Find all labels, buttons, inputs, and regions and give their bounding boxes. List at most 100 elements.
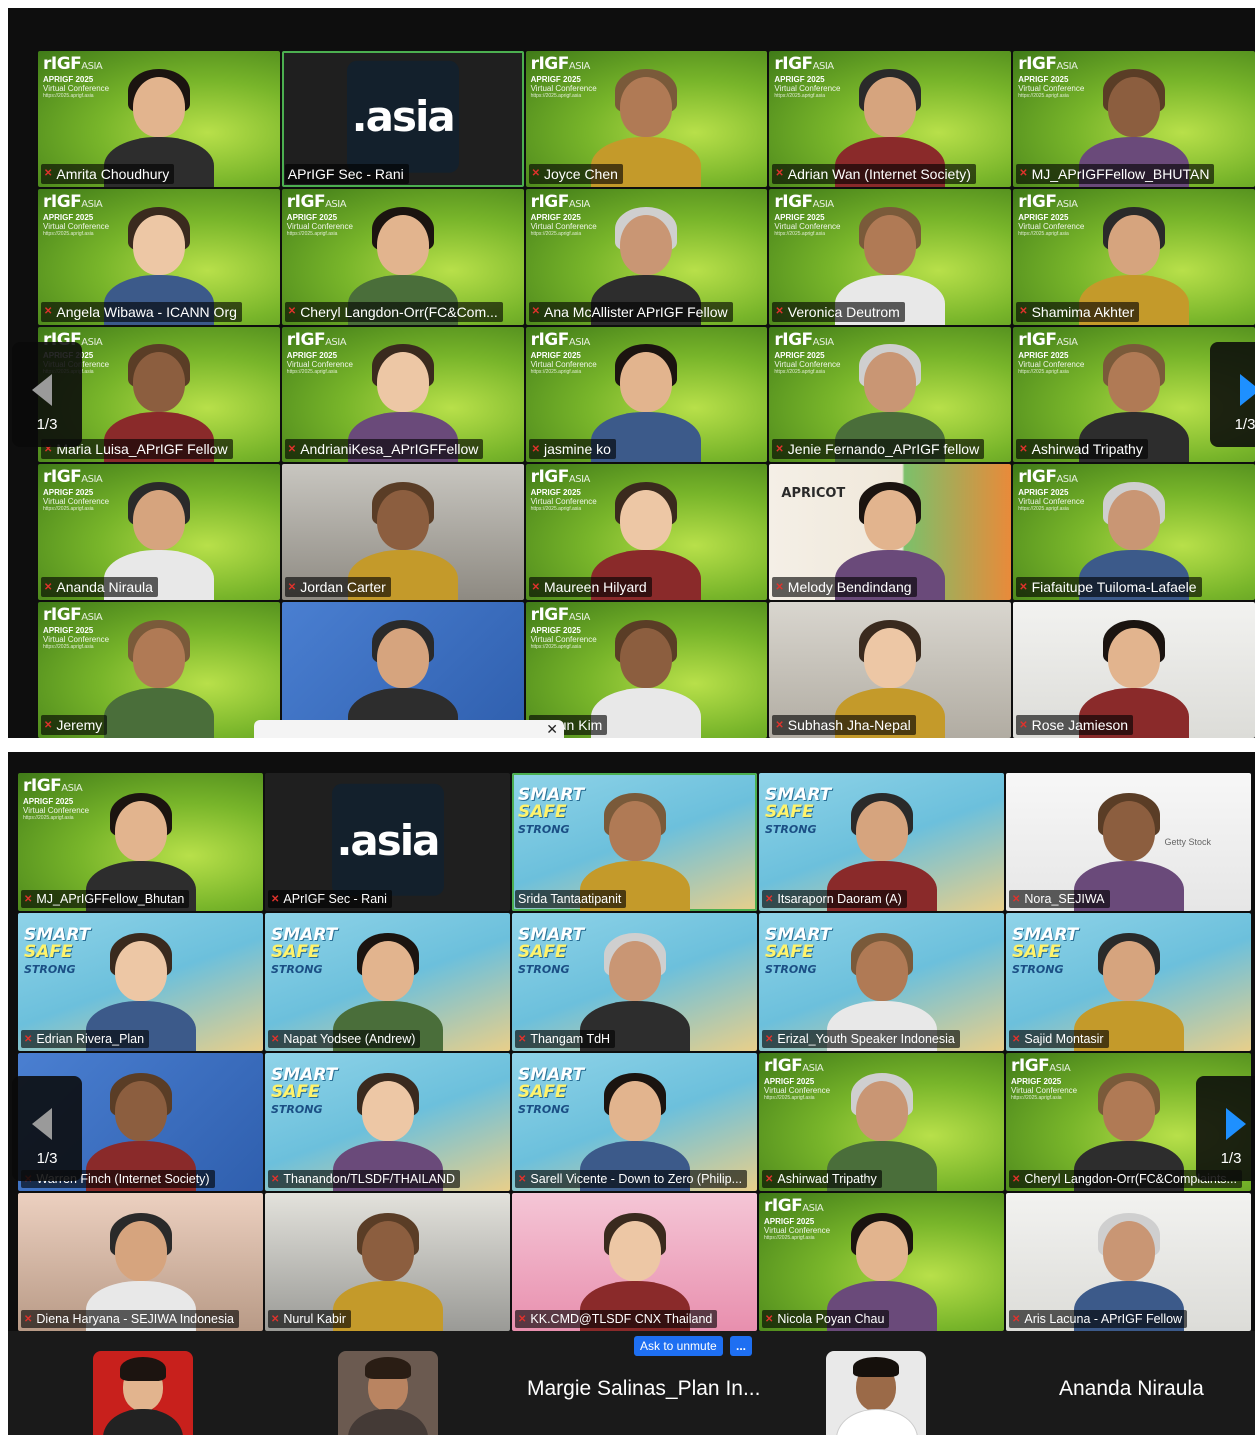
participant-tile[interactable] <box>281 602 524 738</box>
participant-tile[interactable]: ✕ Diena Haryana - SEJIWA Indonesia <box>18 1193 263 1331</box>
participant-tile[interactable]: SMART SAFE STRONG ✕ Napat Yodsee (Andrew) <box>265 913 510 1051</box>
participant-name-label: ✕ Jeremy <box>41 715 108 735</box>
participant-tile[interactable]: rIGFASIAAPRIGF 2025Virtual Conferencehtt… <box>38 51 280 187</box>
more-options-button[interactable]: ... <box>730 1336 753 1356</box>
participant-tile[interactable]: ✕ Jordan Carter <box>281 464 524 601</box>
conference-url: https://2025.aprigf.asia <box>764 1095 815 1101</box>
muted-mic-icon: ✕ <box>518 1173 527 1185</box>
participant-tile[interactable]: rIGFASIAAPRIGF 2025Virtual Conferencehtt… <box>759 1193 1004 1331</box>
chevron-right-icon <box>1226 1108 1246 1140</box>
participant-name-label: ✕ Shamima Akhter <box>1016 301 1140 322</box>
notification-popup: ✕ <box>254 720 564 738</box>
close-icon[interactable]: ✕ <box>546 721 558 738</box>
muted-mic-icon: ✕ <box>765 893 774 905</box>
participant-thumbnail[interactable] <box>826 1351 926 1435</box>
participant-name-label: ✕ Aris Lacuna - APrIGF Fellow <box>1009 1310 1188 1328</box>
participant-tile[interactable]: rIGFASIAAPRIGF 2025Virtual Conferencehtt… <box>38 464 280 601</box>
chevron-left-icon <box>32 374 52 406</box>
participant-tile[interactable]: ✕ Nurul Kabir <box>265 1193 510 1331</box>
next-page-button[interactable]: 1/3 <box>1196 1076 1255 1181</box>
participant-tile[interactable]: ✕ Aris Lacuna - APrIGF Fellow <box>1006 1193 1251 1331</box>
participant-tile[interactable]: rIGFASIAAPRIGF 2025Virtual Conferencehtt… <box>1013 188 1255 325</box>
participant-name: APrIGF Sec - Rani <box>283 892 387 906</box>
participant-name-label: ✕ Maureen Hilyard <box>528 577 652 598</box>
logo-text: rIGF <box>774 54 813 74</box>
participant-name-label: ✕ Ashirwad Tripathy <box>1016 439 1148 460</box>
participant-tile[interactable]: rIGFASIAAPRIGF 2025Virtual Conferencehtt… <box>769 51 1012 187</box>
logo-suffix: ASIA <box>802 1063 824 1074</box>
muted-mic-icon: ✕ <box>518 1033 527 1045</box>
muted-mic-icon: ✕ <box>531 168 540 180</box>
participant-tile[interactable]: .asia APrIGF Sec - Rani <box>281 51 524 187</box>
participant-tile[interactable]: rIGFASIAAPRIGF 2025Virtual Conferencehtt… <box>769 188 1012 325</box>
participant-tile[interactable]: rIGFASIAAPRIGF 2025Virtual Conferencehtt… <box>1013 464 1255 601</box>
participant-thumbnail[interactable] <box>338 1351 438 1435</box>
muted-mic-icon: ✕ <box>1019 168 1028 180</box>
participant-name-label: ✕ Nicola Poyan Chau <box>762 1310 890 1328</box>
participant-tile[interactable]: SMART SAFE STRONG ✕ Sarell Vicente - Down to… <box>512 1053 757 1191</box>
participant-name: Itsaraporn Daoram (A) <box>777 892 902 906</box>
gallery-view-screenshot-2: rIGFASIA APRIGF 2025 Virtual Conference htt… <box>8 752 1255 1435</box>
participant-name: Aris Lacuna - APrIGF Fellow <box>1024 1312 1183 1326</box>
muted-mic-icon: ✕ <box>271 1173 280 1185</box>
participant-tile[interactable]: rIGFASIAAPRIGF 2025Virtual Conferencehtt… <box>769 326 1012 463</box>
participant-name: Nicola Poyan Chau <box>777 1312 885 1326</box>
participant-name: Sajid Montasir <box>1024 1032 1104 1046</box>
participant-name-label: ✕ Ashirwad Tripathy <box>762 1170 882 1188</box>
logo-text: rIGF <box>774 329 813 350</box>
muted-mic-icon: ✕ <box>1012 1313 1021 1325</box>
participant-name: Cheryl Langdon-Orr(FC&Com... <box>300 303 498 320</box>
participant-name: Jenie Fernando_APrIGF fellow <box>787 441 980 458</box>
participant-thumbnail[interactable] <box>93 1351 193 1435</box>
participant-tile[interactable]: rIGFASIAAPRIGF 2025Virtual Conferencehtt… <box>1013 51 1255 187</box>
participant-tile[interactable]: rIGFASIAAPRIGF 2025Virtual Conferencehtt… <box>38 188 280 325</box>
participant-tile[interactable]: SMART SAFE STRONG ✕ Thanandon/TLSDF/THAILAND <box>265 1053 510 1191</box>
participant-tile[interactable]: SMART SAFE STRONG ✕ Edrian Rivera_Plan <box>18 913 263 1051</box>
logo-text: rIGF <box>1011 1056 1050 1076</box>
muted-mic-icon: ✕ <box>765 1033 774 1045</box>
previous-page-button[interactable]: 1/3 <box>12 342 82 447</box>
participant-tile[interactable]: SMART SAFE STRONG Srida Tantaatipanit <box>512 773 757 911</box>
participant-tile[interactable]: rIGFASIAAPRIGF 2025Virtual Conferencehtt… <box>525 602 768 738</box>
participant-name: Diena Haryana - SEJIWA Indonesia <box>36 1312 234 1326</box>
participant-tile[interactable]: rIGFASIAAPRIGF 2025Virtual Conferencehtt… <box>525 464 768 601</box>
conference-subtitle: Virtual Conference <box>23 806 90 815</box>
participant-name: MJ_APrIGFFellow_Bhutan <box>36 892 185 906</box>
logo-text: rIGF <box>43 191 82 212</box>
muted-mic-icon: ✕ <box>531 306 540 318</box>
aprigf-branding: rIGFASIA APRIGF 2025Virtual Conferencehtt… <box>764 1056 830 1101</box>
ask-to-unmute-button[interactable]: Ask to unmute <box>634 1336 723 1356</box>
participant-tile[interactable]: rIGFASIAAPRIGF 2025Virtual Conferencehtt… <box>759 1053 1004 1191</box>
participant-tile[interactable]: APRICOT ✕ Melody Bendindang <box>769 464 1012 601</box>
dotasia-logo: .asia <box>331 783 444 896</box>
aprigf-branding: rIGFASIA APRIGF 2025Virtual Conferencehtt… <box>23 776 89 821</box>
next-page-button[interactable]: 1/3 <box>1210 342 1255 447</box>
participant-name: KK.CMD@TLSDF CNX Thailand <box>530 1312 713 1326</box>
participant-tile[interactable]: ✕ Rose Jamieson <box>1013 602 1255 738</box>
participant-tile[interactable]: rIGFASIAAPRIGF 2025Virtual Conferencehtt… <box>525 326 768 463</box>
participant-tile[interactable]: SMART SAFE STRONG ✕ Thangam TdH <box>512 913 757 1051</box>
conference-title: APRIGF 2025 <box>23 797 74 806</box>
participant-tile[interactable]: ✕ KK.CMD@TLSDF CNX Thailand <box>512 1193 757 1331</box>
participant-name: Rose Jamieson <box>1031 717 1129 733</box>
participant-name: Veronica Deutrom <box>787 303 900 320</box>
participant-tile[interactable]: rIGFASIAAPRIGF 2025Virtual Conferencehtt… <box>18 773 263 911</box>
participant-tile[interactable]: Getty Stock ✕ Nora_SEJIWA <box>1006 773 1251 911</box>
participant-name: Thangam TdH <box>530 1032 611 1046</box>
participant-tile[interactable]: rIGFASIAAPRIGF 2025Virtual Conferencehtt… <box>38 602 280 738</box>
participant-tile[interactable]: SMART SAFE STRONG ✕ Itsaraporn Daoram (A) <box>759 773 1004 911</box>
participant-tile[interactable]: rIGFASIAAPRIGF 2025Virtual Conferencehtt… <box>281 188 524 325</box>
participant-tile[interactable]: rIGFASIAAPRIGF 2025Virtual Conferencehtt… <box>525 51 768 187</box>
participant-tile[interactable]: ✕ Subhash Jha-Nepal <box>769 602 1012 738</box>
previous-page-button[interactable]: 1/3 <box>12 1076 82 1181</box>
participant-tile[interactable]: SMART SAFE STRONG ✕ Erizal_Youth Speaker Ind… <box>759 913 1004 1051</box>
participant-tile[interactable]: rIGFASIAAPRIGF 2025Virtual Conferencehtt… <box>281 326 524 463</box>
chevron-left-icon <box>32 1108 52 1140</box>
page-indicator: 1/3 <box>1234 416 1255 433</box>
logo-suffix: ASIA <box>1049 1063 1071 1074</box>
muted-mic-icon: ✕ <box>287 581 297 593</box>
participant-tile[interactable]: rIGFASIAAPRIGF 2025Virtual Conferencehtt… <box>525 188 768 325</box>
participant-name: Erizal_Youth Speaker Indonesia <box>777 1032 955 1046</box>
participant-tile[interactable]: .asia ✕ APrIGF Sec - Rani <box>265 773 510 911</box>
participant-tile[interactable]: SMART SAFE STRONG ✕ Sajid Montasir <box>1006 913 1251 1051</box>
